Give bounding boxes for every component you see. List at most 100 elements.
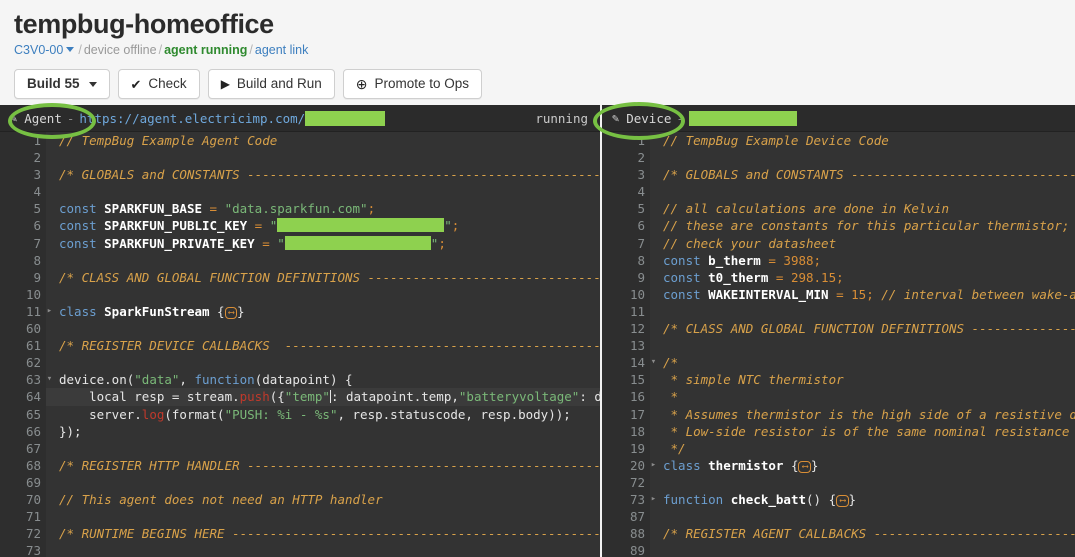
device-pane-header[interactable]: ✎ Device- — [602, 105, 1075, 132]
check-button[interactable]: ✔Check — [118, 69, 200, 99]
code-line[interactable]: 60 — [0, 320, 600, 337]
code-line[interactable]: 7const SPARKFUN_PRIVATE_KEY = ""; — [0, 235, 600, 252]
code-line[interactable]: 10const WAKEINTERVAL_MIN = 15; // interv… — [602, 286, 1075, 303]
code-text: class SparkFunStream {⟷} — [46, 303, 600, 320]
code-line[interactable]: 89 — [602, 542, 1075, 557]
fold-toggle-icon[interactable]: ▾ — [45, 371, 54, 388]
code-line[interactable]: 73▸function check_batt() {⟷} — [602, 491, 1075, 508]
code-text: // This agent does not need an HTTP hand… — [46, 491, 600, 508]
code-line[interactable]: 20▸class thermistor {⟷} — [602, 457, 1075, 474]
code-line[interactable]: 87 — [602, 508, 1075, 525]
collapsed-block-widget[interactable]: ⟷ — [225, 307, 237, 319]
code-line[interactable]: 9/* CLASS AND GLOBAL FUNCTION DEFINITION… — [0, 269, 600, 286]
agent-code-editor[interactable]: 1// TempBug Example Agent Code23/* GLOBA… — [0, 132, 600, 557]
code-line[interactable]: 65 server.log(format("PUSH: %i - %s", re… — [0, 406, 600, 423]
code-token: ; — [866, 287, 881, 302]
line-number: 6 — [0, 217, 46, 234]
line-number: 6 — [602, 217, 650, 234]
code-line[interactable]: 61/* REGISTER DEVICE CALLBACKS ---------… — [0, 337, 600, 354]
code-token: 298.15 — [791, 270, 836, 285]
code-line[interactable]: 88/* REGISTER AGENT CALLBACKS ----------… — [602, 525, 1075, 542]
code-line[interactable]: 11▸class SparkFunStream {⟷} — [0, 303, 600, 320]
line-number: 10 — [0, 286, 46, 303]
device-title-dash: - — [676, 111, 684, 126]
code-token: "temp" — [285, 389, 330, 404]
code-token: * simple NTC thermistor — [663, 372, 844, 387]
build-and-run-button[interactable]: ▶Build and Run — [208, 69, 335, 99]
code-line[interactable]: 69 — [0, 474, 600, 491]
code-token: ; — [836, 270, 844, 285]
code-line[interactable]: 64 local resp = stream.push({"temp": dat… — [0, 388, 600, 405]
code-line[interactable]: 72 — [602, 474, 1075, 491]
code-line[interactable]: 14▾/* — [602, 354, 1075, 371]
code-line[interactable]: 4 — [0, 183, 600, 200]
line-number: 61 — [0, 337, 46, 354]
fold-toggle-icon[interactable]: ▸ — [649, 457, 658, 474]
agent-link[interactable]: agent link — [255, 43, 309, 57]
code-line[interactable]: 8 — [0, 252, 600, 269]
code-token: log — [142, 407, 165, 422]
code-line[interactable]: 8const b_therm = 3988; — [602, 252, 1075, 269]
collapsed-block-widget[interactable]: ⟷ — [798, 461, 810, 473]
collapsed-block-widget[interactable]: ⟷ — [836, 495, 848, 507]
line-number: 1 — [0, 132, 46, 149]
line-number: 17 — [602, 406, 650, 423]
code-line[interactable]: 7// check your datasheet — [602, 235, 1075, 252]
code-line[interactable]: 6 // these are constants for this particu… — [602, 217, 1075, 234]
code-line[interactable]: 6const SPARKFUN_PUBLIC_KEY = ""; — [0, 217, 600, 234]
line-number: 88 — [602, 525, 650, 542]
line-number: 71 — [0, 508, 46, 525]
code-line[interactable]: 19 */ — [602, 440, 1075, 457]
code-line[interactable]: 2 — [0, 149, 600, 166]
chevron-down-icon[interactable] — [66, 47, 74, 52]
agent-pane-header[interactable]: ✎Agent-https://agent.electricimp.com/run… — [0, 105, 600, 132]
fold-toggle-icon[interactable]: ▾ — [649, 354, 658, 371]
code-line[interactable]: 66}); — [0, 423, 600, 440]
line-number: 14▾ — [602, 354, 650, 371]
code-text — [46, 440, 600, 457]
code-line[interactable]: 63▾device.on("data", function(datapoint)… — [0, 371, 600, 388]
code-line[interactable]: 18 * Low-side resistor is of the same no… — [602, 423, 1075, 440]
breadcrumb-device-id[interactable]: C3V0-00 — [14, 43, 63, 57]
code-line[interactable]: 73 — [0, 542, 600, 557]
code-line[interactable]: 70// This agent does not need an HTTP ha… — [0, 491, 600, 508]
code-token: // check your datasheet — [663, 236, 836, 251]
code-line[interactable]: 13 — [602, 337, 1075, 354]
line-number: 67 — [0, 440, 46, 457]
code-text: * — [650, 388, 1075, 405]
code-line[interactable]: 17 * Assumes thermistor is the high side… — [602, 406, 1075, 423]
agent-url[interactable]: https://agent.electricimp.com/ — [79, 111, 305, 126]
code-line[interactable]: 67 — [0, 440, 600, 457]
code-line[interactable]: 15 * simple NTC thermistor — [602, 371, 1075, 388]
edit-pencil-icon[interactable]: ✎ — [10, 111, 17, 125]
code-line[interactable]: 2 — [602, 149, 1075, 166]
code-line[interactable]: 3/* GLOBALS and CONSTANTS --------------… — [602, 166, 1075, 183]
fold-toggle-icon[interactable]: ▸ — [649, 491, 658, 508]
code-line[interactable]: 5const SPARKFUN_BASE = "data.sparkfun.co… — [0, 200, 600, 217]
code-line[interactable]: 16 * — [602, 388, 1075, 405]
code-line[interactable]: 11 — [602, 303, 1075, 320]
code-line[interactable]: 71 — [0, 508, 600, 525]
code-line[interactable]: 72/* RUNTIME BEGINS HERE ---------------… — [0, 525, 600, 542]
code-line[interactable]: 5// all calculations are done in Kelvin — [602, 200, 1075, 217]
code-line[interactable]: 1// TempBug Example Device Code — [602, 132, 1075, 149]
code-token: // these are constants for this particul… — [663, 218, 1075, 233]
edit-pencil-icon[interactable]: ✎ — [612, 111, 619, 125]
code-line[interactable]: 62 — [0, 354, 600, 371]
line-number: 72 — [0, 525, 46, 542]
build-selector-button[interactable]: Build 55 — [14, 69, 110, 99]
promote-to-ops-button[interactable]: ⊕Promote to Ops — [343, 69, 482, 99]
code-text: class thermistor {⟷} — [650, 457, 1075, 474]
code-line[interactable]: 10 — [0, 286, 600, 303]
breadcrumb-separator-2: / — [157, 43, 164, 57]
device-pane-title: Device — [626, 111, 671, 126]
code-line[interactable]: 1// TempBug Example Agent Code — [0, 132, 600, 149]
code-line[interactable]: 9const t0_therm = 298.15; — [602, 269, 1075, 286]
code-line[interactable]: 4 — [602, 183, 1075, 200]
code-line[interactable]: 3/* GLOBALS and CONSTANTS --------------… — [0, 166, 600, 183]
code-line[interactable]: 68/* REGISTER HTTP HANDLER -------------… — [0, 457, 600, 474]
fold-toggle-icon[interactable]: ▸ — [45, 303, 54, 320]
code-line[interactable]: 12/* CLASS AND GLOBAL FUNCTION DEFINITIO… — [602, 320, 1075, 337]
device-code-editor[interactable]: 1// TempBug Example Device Code23/* GLOB… — [602, 132, 1075, 557]
code-token: () { — [806, 492, 836, 507]
